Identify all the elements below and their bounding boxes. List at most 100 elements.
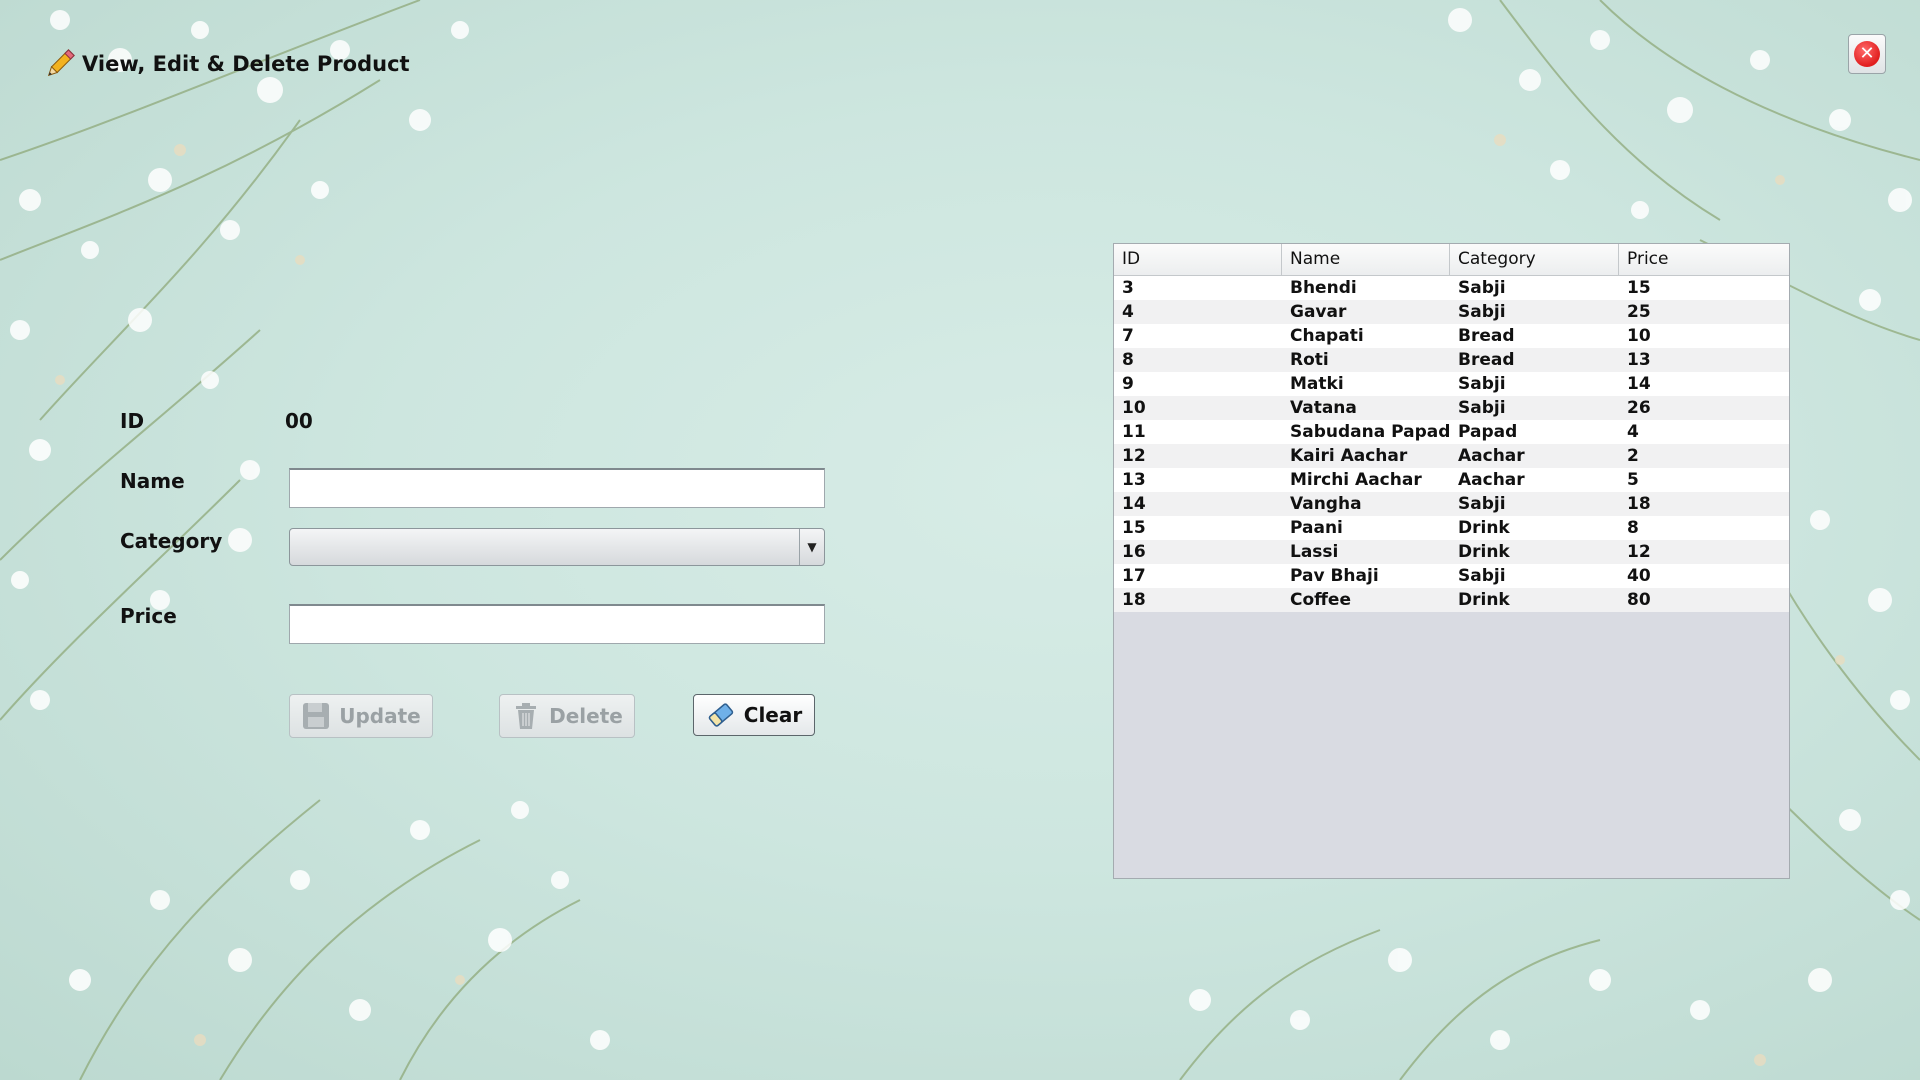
category-label: Category (120, 529, 223, 553)
cell-category: Sabji (1458, 398, 1506, 418)
table-row[interactable]: 13 Mirchi Aachar Aachar 5 (1114, 468, 1789, 492)
cell-name: Roti (1290, 350, 1329, 370)
cell-id: 17 (1122, 566, 1146, 586)
cell-price: 4 (1627, 422, 1639, 442)
cell-category: Aachar (1458, 470, 1525, 490)
save-icon (303, 703, 330, 729)
cell-id: 14 (1122, 494, 1146, 514)
id-label: ID (120, 409, 145, 433)
column-header-category[interactable]: Category (1450, 244, 1619, 275)
cell-price: 15 (1627, 278, 1651, 298)
cell-category: Sabji (1458, 566, 1506, 586)
window-title: View, Edit & Delete Product (82, 52, 410, 76)
cell-name: Matki (1290, 374, 1344, 394)
cell-id: 7 (1122, 326, 1134, 346)
table-row[interactable]: 17 Pav Bhaji Sabji 40 (1114, 564, 1789, 588)
cell-name: Mirchi Aachar (1290, 470, 1422, 490)
cell-price: 14 (1627, 374, 1651, 394)
cell-price: 13 (1627, 350, 1651, 370)
product-window: View, Edit & Delete Product ✕ ID 00 Name… (0, 0, 1920, 1080)
cell-price: 80 (1627, 590, 1651, 610)
cell-id: 10 (1122, 398, 1146, 418)
cell-category: Drink (1458, 542, 1510, 562)
cell-name: Kairi Aachar (1290, 446, 1408, 466)
table-row[interactable]: 3 Bhendi Sabji 15 (1114, 276, 1789, 300)
pencil-icon (47, 49, 75, 77)
cell-category: Sabji (1458, 278, 1506, 298)
category-select[interactable]: ▼ (289, 528, 825, 566)
clear-button-label: Clear (743, 703, 803, 727)
table-row[interactable]: 7 Chapati Bread 10 (1114, 324, 1789, 348)
trash-icon (516, 703, 537, 729)
cell-name: Paani (1290, 518, 1343, 538)
table-body: 3 Bhendi Sabji 15 4 Gavar Sabji 25 7 Chapati Bre… (1114, 276, 1789, 612)
cell-id: 8 (1122, 350, 1134, 370)
cell-id: 16 (1122, 542, 1146, 562)
cell-id: 3 (1122, 278, 1134, 298)
cell-name: Coffee (1290, 590, 1351, 610)
clear-button[interactable]: Clear (693, 694, 815, 736)
column-header-price[interactable]: Price (1619, 244, 1789, 275)
cell-price: 10 (1627, 326, 1651, 346)
cell-name: Lassi (1290, 542, 1339, 562)
eraser-icon (708, 703, 733, 727)
cell-id: 12 (1122, 446, 1146, 466)
table-row[interactable]: 9 Matki Sabji 14 (1114, 372, 1789, 396)
cell-price: 8 (1627, 518, 1639, 538)
cell-price: 18 (1627, 494, 1651, 514)
price-field[interactable] (289, 604, 825, 644)
cell-category: Aachar (1458, 446, 1525, 466)
cell-price: 12 (1627, 542, 1651, 562)
cell-id: 15 (1122, 518, 1146, 538)
chevron-down-icon[interactable]: ▼ (799, 529, 824, 565)
cell-id: 13 (1122, 470, 1146, 490)
cell-id: 4 (1122, 302, 1134, 322)
table-row[interactable]: 10 Vatana Sabji 26 (1114, 396, 1789, 420)
update-button[interactable]: Update (289, 694, 433, 738)
cell-name: Bhendi (1290, 278, 1357, 298)
table-row[interactable]: 12 Kairi Aachar Aachar 2 (1114, 444, 1789, 468)
price-label: Price (120, 604, 177, 628)
cell-category: Sabji (1458, 494, 1506, 514)
cell-id: 9 (1122, 374, 1134, 394)
cell-price: 2 (1627, 446, 1639, 466)
cell-category: Sabji (1458, 302, 1506, 322)
cell-name: Vangha (1290, 494, 1362, 514)
column-header-id[interactable]: ID (1114, 244, 1282, 275)
cell-category: Drink (1458, 518, 1510, 538)
delete-button[interactable]: Delete (499, 694, 635, 738)
close-button[interactable]: ✕ (1848, 34, 1886, 74)
cell-name: Gavar (1290, 302, 1347, 322)
update-button-label: Update (339, 704, 421, 728)
cell-id: 11 (1122, 422, 1146, 442)
table-header: ID Name Category Price (1114, 244, 1789, 276)
table-row[interactable]: 11 Sabudana Papad Papad 4 (1114, 420, 1789, 444)
cell-id: 18 (1122, 590, 1146, 610)
table-row[interactable]: 15 Paani Drink 8 (1114, 516, 1789, 540)
close-icon: ✕ (1854, 41, 1880, 67)
cell-category: Bread (1458, 326, 1515, 346)
products-table[interactable]: ID Name Category Price 3 Bhendi Sabji 15 4 G… (1113, 243, 1790, 879)
cell-price: 5 (1627, 470, 1639, 490)
table-row[interactable]: 14 Vangha Sabji 18 (1114, 492, 1789, 516)
name-field[interactable] (289, 468, 825, 508)
cell-name: Chapati (1290, 326, 1364, 346)
cell-category: Sabji (1458, 374, 1506, 394)
table-row[interactable]: 8 Roti Bread 13 (1114, 348, 1789, 372)
cell-category: Drink (1458, 590, 1510, 610)
cell-category: Bread (1458, 350, 1515, 370)
delete-button-label: Delete (549, 704, 623, 728)
id-value: 00 (285, 409, 313, 433)
cell-price: 25 (1627, 302, 1651, 322)
cell-name: Sabudana Papad (1290, 422, 1450, 442)
table-row[interactable]: 4 Gavar Sabji 25 (1114, 300, 1789, 324)
name-label: Name (120, 469, 185, 493)
cell-price: 40 (1627, 566, 1651, 586)
cell-category: Papad (1458, 422, 1518, 442)
cell-name: Pav Bhaji (1290, 566, 1379, 586)
cell-name: Vatana (1290, 398, 1357, 418)
column-header-name[interactable]: Name (1282, 244, 1450, 275)
table-row[interactable]: 18 Coffee Drink 80 (1114, 588, 1789, 612)
table-row[interactable]: 16 Lassi Drink 12 (1114, 540, 1789, 564)
window-title-bar: View, Edit & Delete Product (42, 44, 410, 84)
